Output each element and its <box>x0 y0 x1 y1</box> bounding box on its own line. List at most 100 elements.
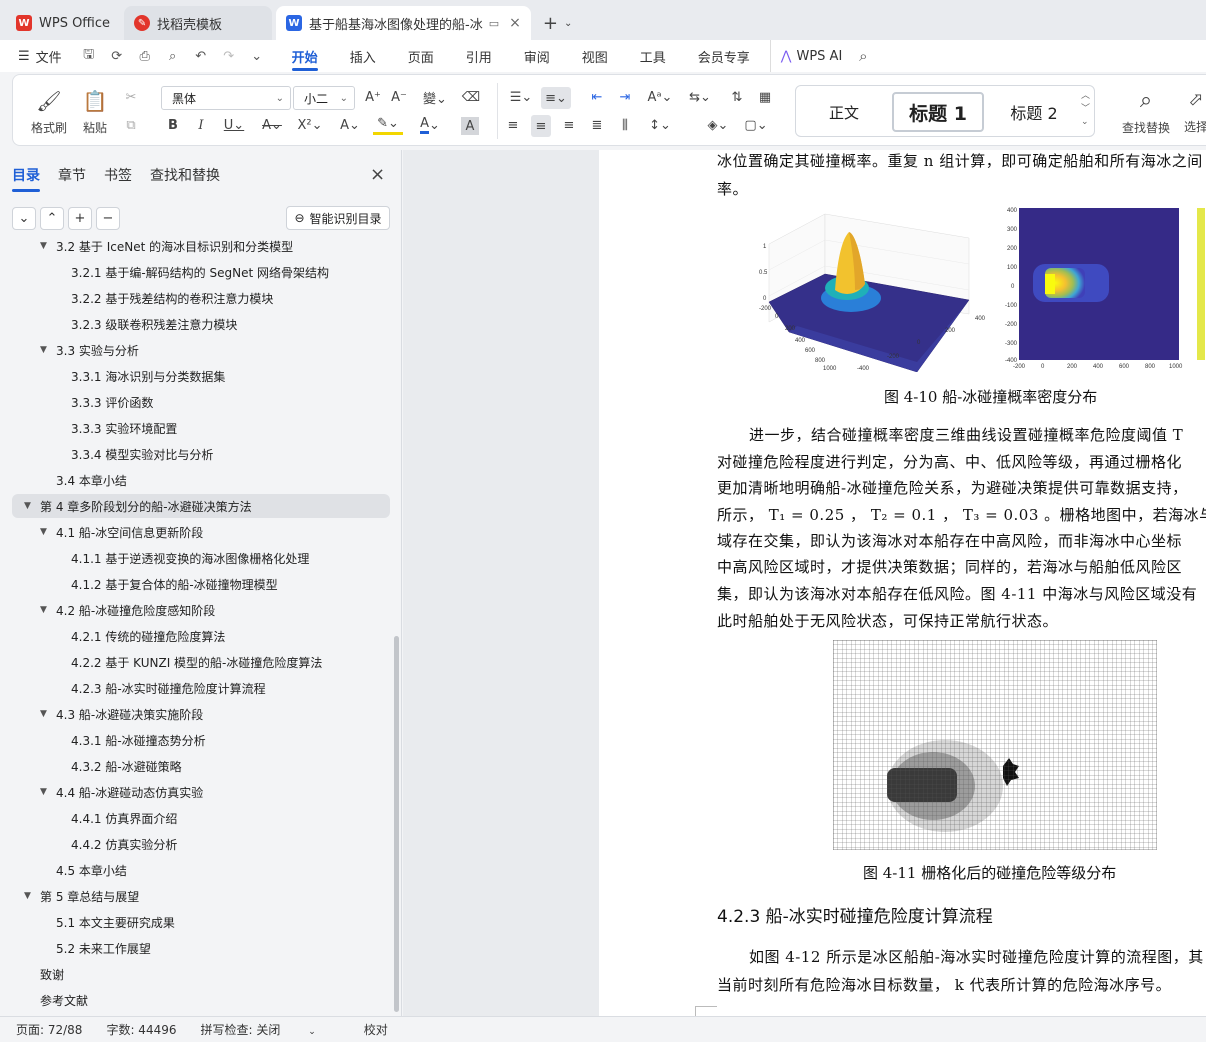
share-icon[interactable]: ⟳ <box>108 47 126 65</box>
highlight-icon[interactable]: ✎⌄ <box>373 115 403 135</box>
font-color-icon[interactable]: A ⌄ <box>415 115 445 135</box>
toc-item[interactable]: 4.1.2 基于复合体的船-冰碰撞物理模型 <box>12 572 390 596</box>
tab-find-replace[interactable]: 查找和替换 <box>150 165 220 185</box>
bold-icon[interactable]: B <box>163 115 183 135</box>
tab-insert[interactable]: 插入 <box>350 40 376 72</box>
toc-item[interactable]: 3.2.1 基于编-解码结构的 SegNet 网络骨架结构 <box>12 260 390 284</box>
close-icon[interactable]: × <box>509 15 521 31</box>
style-normal[interactable]: 正文 <box>806 92 882 132</box>
expand-caret-icon[interactable]: ▼ <box>40 241 50 251</box>
clear-format-icon[interactable]: ⌫ <box>461 87 481 107</box>
proofread-button[interactable]: 校对 <box>364 1021 388 1038</box>
align-right-icon[interactable]: ≡ <box>559 115 579 135</box>
line-spacing-icon[interactable]: ↕⌄ <box>645 115 675 135</box>
tab-sections[interactable]: 章节 <box>58 165 86 185</box>
expand-caret-icon[interactable]: ▼ <box>40 709 50 719</box>
file-menu[interactable]: ☰ 文件 <box>18 40 62 72</box>
toc-item[interactable]: 4.3.1 船-冰碰撞态势分析 <box>12 728 390 752</box>
format-painter-button[interactable]: 🖌 格式刷 <box>27 83 71 141</box>
toc-item[interactable]: 5.2 未来工作展望 <box>12 936 390 960</box>
toc-item[interactable]: 3.3.4 模型实验对比与分析 <box>12 442 390 466</box>
strikethrough-icon[interactable]: A⌄ <box>257 115 287 135</box>
text-direction-icon[interactable]: ⇆⌄ <box>685 87 715 107</box>
tab-review[interactable]: 审阅 <box>524 40 550 72</box>
document-page[interactable]: 冰位置确定其碰撞概率。重复 n 组计算，即可确定船舶和所有海冰之间 率。 1 0… <box>599 150 1206 1016</box>
expand-caret-icon[interactable]: ▼ <box>40 345 50 355</box>
word-count[interactable]: 字数: 44496 <box>106 1021 176 1038</box>
toc-item[interactable]: 4.2.1 传统的碰撞危险度算法 <box>12 624 390 648</box>
toc-item[interactable]: 4.4.2 仿真实验分析 <box>12 832 390 856</box>
tab-tools[interactable]: 工具 <box>640 40 666 72</box>
numbering-icon[interactable]: ≡⌄ <box>541 87 571 109</box>
paste-button[interactable]: 📋 粘贴 <box>75 83 115 141</box>
save-icon[interactable]: 🖫 <box>80 47 98 65</box>
toc-item[interactable]: 4.5 本章小结 <box>12 858 390 882</box>
toc-item[interactable]: ▼ 4.4 船-冰避碰动态仿真实验 <box>12 780 390 804</box>
print-icon[interactable]: ⎙ <box>136 47 154 65</box>
toc-item[interactable]: 3.2.2 基于残差结构的卷积注意力模块 <box>12 286 390 310</box>
style-gallery-scroll-icon[interactable]: ︿ ﹀ ⌄ <box>1081 90 1090 129</box>
distributed-icon[interactable]: ⫼ <box>615 115 635 135</box>
toc-item[interactable]: ▼ 4.2 船-冰碰撞危险度感知阶段 <box>12 598 390 622</box>
toc-item[interactable]: 4.2.3 船-冰实时碰撞危险度计算流程 <box>12 676 390 700</box>
smart-toc-button[interactable]: ⊖ 智能识别目录 <box>286 206 390 230</box>
align-left-icon[interactable]: ≡ <box>503 115 523 135</box>
shrink-font-icon[interactable]: A⁻ <box>389 87 409 107</box>
increase-indent-icon[interactable]: ⇥ <box>615 87 635 107</box>
grow-font-icon[interactable]: A⁺ <box>363 87 383 107</box>
style-heading-1[interactable]: 标题 1 <box>892 92 984 132</box>
close-icon[interactable]: × <box>370 164 385 185</box>
table-border-icon[interactable]: ▦ <box>755 87 775 107</box>
toc-item[interactable]: 4.2.2 基于 KUNZI 模型的船-冰碰撞危险度算法 <box>12 650 390 674</box>
sort-icon[interactable]: ⇅ <box>727 87 747 107</box>
spell-check-toggle[interactable]: 拼写检查: 关闭 ⌄ <box>201 1021 340 1038</box>
expand-caret-icon[interactable]: ▼ <box>24 891 34 901</box>
cut-icon[interactable]: ✂ <box>121 87 141 107</box>
tab-page[interactable]: 页面 <box>408 40 434 72</box>
screen-icon[interactable]: ▭ <box>489 17 499 30</box>
tab-member[interactable]: 会员专享 <box>698 40 750 72</box>
toc-item[interactable]: ▼ 第 4 章多阶段划分的船-冰避碰决策方法 <box>12 494 390 518</box>
toc-item[interactable]: 3.3.3 实验环境配置 <box>12 416 390 440</box>
toc-item[interactable]: ▼ 3.3 实验与分析 <box>12 338 390 362</box>
copy-icon[interactable]: ⧉ <box>121 115 141 135</box>
toc-item[interactable]: 3.4 本章小结 <box>12 468 390 492</box>
pinyin-icon[interactable]: 變⌄ <box>417 87 453 107</box>
font-name-select[interactable]: 黑体 ⌄ <box>161 86 291 110</box>
expand-caret-icon[interactable]: ▼ <box>40 605 50 615</box>
redo-icon[interactable]: ↷ <box>220 47 238 65</box>
select-button[interactable]: ⬀ 选择 <box>1179 83 1206 141</box>
wps-ai-button[interactable]: ⋀ WPS AI <box>769 40 842 72</box>
change-case-icon[interactable]: Aᵃ⌄ <box>645 87 675 107</box>
page-indicator[interactable]: 页面: 72/88 <box>16 1021 82 1038</box>
add-button[interactable]: + <box>68 207 92 230</box>
style-heading-2[interactable]: 标题 2 <box>992 92 1076 132</box>
tab-wps-office[interactable]: W WPS Office <box>6 6 120 40</box>
toc-item[interactable]: 4.3.2 船-冰避碰策略 <box>12 754 390 778</box>
toc-item[interactable]: ▼ 4.1 船-冰空间信息更新阶段 <box>12 520 390 544</box>
decrease-indent-icon[interactable]: ⇤ <box>587 87 607 107</box>
collapse-button[interactable]: ⌄ <box>12 207 36 230</box>
align-center-icon[interactable]: ≡ <box>531 115 551 137</box>
tab-bookmarks[interactable]: 书签 <box>104 165 132 185</box>
toc-item[interactable]: 5.1 本文主要研究成果 <box>12 910 390 934</box>
shading-icon[interactable]: ◈⌄ <box>703 115 733 135</box>
expand-button[interactable]: ⌃ <box>40 207 64 230</box>
toc-item[interactable]: 4.4.1 仿真界面介绍 <box>12 806 390 830</box>
tab-view[interactable]: 视图 <box>582 40 608 72</box>
borders-icon[interactable]: ▢⌄ <box>741 115 771 135</box>
superscript-icon[interactable]: X²⌄ <box>295 115 325 135</box>
search-icon[interactable]: ⌕ <box>854 47 872 65</box>
tab-document[interactable]: W 基于船基海冰图像处理的船-冰 ▭ × <box>276 6 531 40</box>
toc-item[interactable]: ▼ 4.3 船-冰避碰决策实施阶段 <box>12 702 390 726</box>
tab-references[interactable]: 引用 <box>466 40 492 72</box>
chevron-down-icon[interactable]: ⌄ <box>248 47 266 65</box>
justify-icon[interactable]: ≣ <box>587 115 607 135</box>
toc-item[interactable]: 3.3.1 海冰识别与分类数据集 <box>12 364 390 388</box>
underline-icon[interactable]: U⌄ <box>219 115 249 135</box>
toc-item[interactable]: 4.1.1 基于逆透视变换的海冰图像栅格化处理 <box>12 546 390 570</box>
tab-docer[interactable]: ✎ 找稻壳模板 <box>124 6 273 40</box>
find-replace-button[interactable]: ⌕ 查找替换 <box>1117 83 1175 141</box>
expand-caret-icon[interactable]: ▼ <box>24 501 34 511</box>
tab-toc[interactable]: 目录 <box>12 165 40 192</box>
